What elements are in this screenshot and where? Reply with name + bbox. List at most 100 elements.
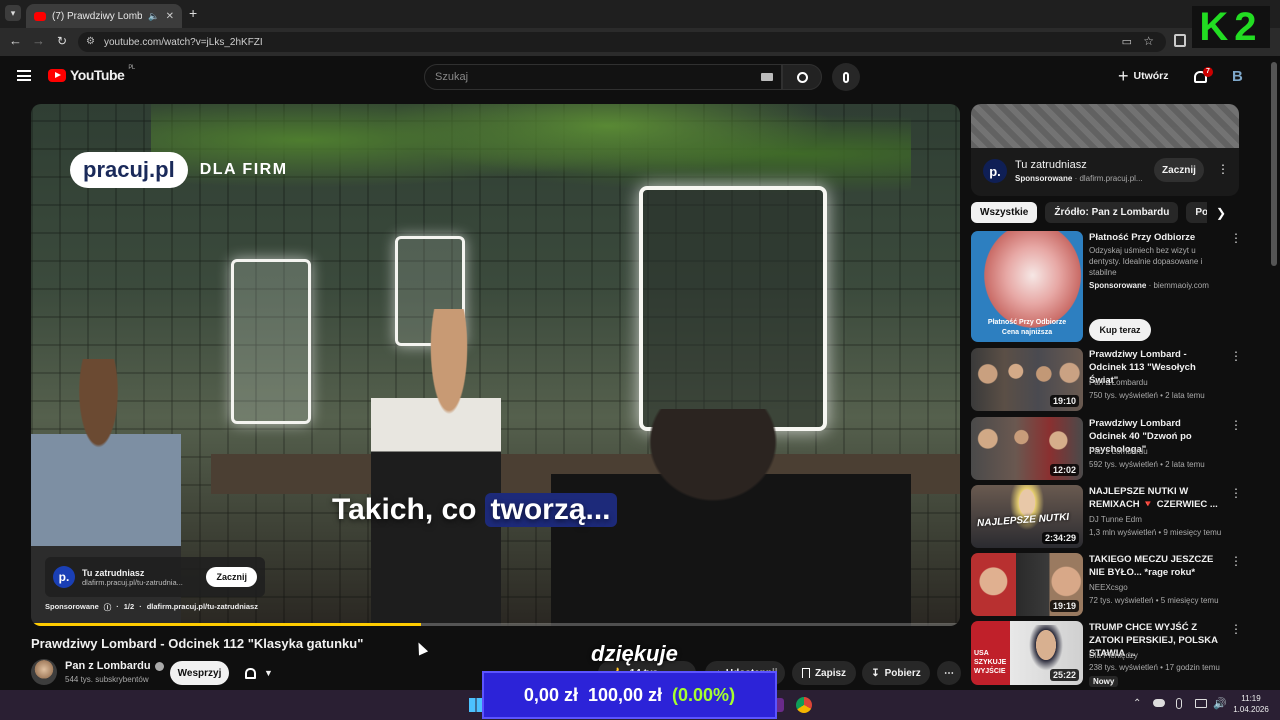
kebab-menu-icon[interactable]: ⋮ (1230, 555, 1242, 567)
info-icon[interactable]: ⓘ (104, 602, 112, 613)
voice-search-button[interactable] (832, 63, 860, 91)
forward-icon[interactable]: → (32, 34, 45, 48)
network-icon[interactable] (1195, 699, 1207, 708)
notification-bell-button[interactable]: ▼ (236, 661, 282, 685)
video-channel[interactable]: Pan z Lombardu (1089, 377, 1229, 388)
video-channel[interactable]: NEEXcsgo (1089, 582, 1229, 593)
video-channel[interactable]: Dla Pieniędzy (1089, 650, 1229, 661)
url-text: youtube.com/watch?v=jLks_2hKFZI (104, 36, 263, 48)
cloud-icon[interactable] (1153, 699, 1165, 707)
ad-url[interactable]: dlafirm.pracuj.pl/tu-zatrudniasz (147, 602, 258, 613)
kebab-menu-icon[interactable]: ⋮ (1230, 487, 1242, 499)
donation-percent: (0.00%) (672, 684, 736, 705)
kebab-menu-icon[interactable]: ⋮ (1230, 623, 1242, 635)
search-input[interactable]: Szukaj (424, 64, 782, 90)
tab-list-button[interactable]: ▾ (5, 5, 21, 21)
clock-time: 11:19 (1241, 694, 1261, 703)
donation-goal-overlay: 0,00 zł 100,00 zł (0.00%) (482, 671, 777, 719)
kebab-menu-icon[interactable]: ⋮ (1230, 419, 1242, 431)
video-thumbnail[interactable]: 12:02 (971, 417, 1083, 480)
video-duration: 19:10 (1049, 395, 1079, 407)
page-scrollbar[interactable] (1271, 62, 1277, 266)
download-button[interactable]: ↧ Pobierz (862, 661, 930, 685)
video-thumbnail[interactable]: 19:10 (971, 348, 1083, 411)
promo-sponsored: Sponsorowane (1089, 281, 1147, 290)
ad-progress-fill (31, 623, 422, 626)
chevron-right-icon[interactable]: ❯ (1216, 206, 1226, 220)
video-meta: 1,3 mln wyświetleń • 9 miesięcy temu (1089, 528, 1222, 537)
video-channel[interactable]: Pan z Lombardu (1089, 446, 1229, 457)
kebab-menu-icon[interactable]: ⋮ (1217, 162, 1229, 176)
promo-thumbnail[interactable]: Płatność Przy Odbiorze Cena najniższa (971, 231, 1083, 342)
channel-avatar[interactable] (31, 659, 57, 685)
video-channel[interactable]: DJ Tunne Edm (1089, 514, 1229, 525)
channel-logo-text: K2 (1199, 5, 1263, 49)
keyboard-icon[interactable] (761, 73, 773, 81)
video-title[interactable]: TAKIEGO MECZU JESZCZE NIE BYŁO... *rage … (1089, 553, 1219, 579)
back-icon[interactable]: ← (9, 34, 22, 48)
browser-tab[interactable]: (7) Prawdziwy Lombard - O 🔈 ✕ (26, 4, 182, 28)
chrome-taskbar-icon[interactable] (796, 697, 812, 713)
support-button[interactable]: Wesprzyj (170, 661, 229, 685)
video-duration: 25:22 (1049, 669, 1079, 681)
sidebar-ad-meta: Sponsorowane · dlafirm.pracuj.pl... (1015, 174, 1143, 183)
microphone-tray-icon[interactable] (1176, 698, 1182, 709)
create-button[interactable]: + Utwórz (1118, 67, 1169, 85)
chip-all[interactable]: Wszystkie (971, 202, 1038, 223)
video-thumbnail[interactable]: 19:19 (971, 553, 1083, 616)
promo-domain: biemmaoiy.com (1153, 281, 1209, 290)
video-thumbnail[interactable]: USA SZYKUJE WYJŚCIE 25:22 (971, 621, 1083, 685)
ad-brand-logo: pracuj.pl DLA FIRM (70, 152, 288, 188)
chip-source[interactable]: Źródło: Pan z Lombardu (1045, 202, 1179, 223)
extensions-icon[interactable] (1174, 34, 1186, 47)
video-title[interactable]: NAJLEPSZE NUTKI W REMIXACH 🔻 CZERWIEC ..… (1089, 485, 1219, 511)
advertiser-logo-icon: p. (53, 566, 75, 588)
reload-icon[interactable]: ↻ (57, 34, 67, 48)
more-actions-button[interactable]: ⋯ (937, 661, 961, 685)
sidebar-ad-start-button[interactable]: Zacznij (1154, 158, 1204, 182)
notification-count: 7 (1203, 67, 1213, 77)
notifications-button[interactable]: 7 (1193, 67, 1213, 85)
speaker-icon[interactable]: 🔈 (148, 11, 159, 22)
promo-thumb-caption: Płatność Przy Odbiorze Cena najniższa (971, 318, 1083, 338)
tab-close-icon[interactable]: ✕ (166, 11, 174, 22)
volume-icon[interactable]: 🔊 (1213, 697, 1227, 710)
video-caption: Takich, co tworzą... (332, 493, 617, 527)
menu-hamburger-icon[interactable] (17, 70, 31, 81)
ad-overlay-card[interactable]: p. Tu zatrudniasz dlafirm.pracuj.pl/tu-z… (45, 557, 265, 597)
promo-thumb-text2: Cena najniższa (1001, 329, 1053, 336)
site-info-icon[interactable]: ⚙ (86, 36, 95, 47)
bookmark-star-icon[interactable]: ☆ (1143, 34, 1154, 48)
sidebar-ad-card[interactable]: p. Tu zatrudniasz Sponsorowane · dlafirm… (971, 104, 1239, 196)
search-button[interactable] (782, 64, 822, 90)
promo-title[interactable]: Płatność Przy Odbiorze (1089, 231, 1219, 244)
ad-logo-icon: p. (983, 159, 1007, 183)
install-app-icon[interactable]: ▭ (1122, 35, 1132, 48)
ad-progress-track[interactable] (31, 623, 960, 626)
channel-name[interactable]: Pan z Lombardu (65, 660, 164, 672)
buy-now-button[interactable]: Kup teraz (1089, 319, 1151, 341)
video-thumbnail[interactable]: NAJLEPSZE NUTKI 2:34:29 (971, 485, 1083, 548)
account-avatar[interactable]: B (1232, 68, 1250, 86)
sidebar-ad-title: Tu zatrudniasz (1015, 159, 1087, 171)
kebab-menu-icon[interactable]: ⋮ (1230, 232, 1242, 244)
mirror-shape (639, 186, 827, 431)
youtube-logo[interactable]: YouTube PL (48, 65, 135, 83)
windows-start-icon[interactable] (469, 698, 483, 712)
clock[interactable]: 11:19 1.04.2026 (1232, 693, 1270, 715)
ad-info-bar: Sponsorowane ⓘ · 1/2 · dlafirm.pracuj.pl… (45, 602, 258, 613)
chip-similar[interactable]: Podobne (1186, 202, 1207, 223)
donation-goal: 100,00 zł (587, 684, 663, 705)
ad-start-button[interactable]: Zacznij (206, 567, 257, 587)
promo-description: Odzyskaj uśmiech bez wizyt u dentysty. I… (1089, 246, 1203, 277)
kebab-menu-icon[interactable]: ⋮ (1230, 350, 1242, 362)
new-tab-button[interactable]: + (189, 5, 197, 21)
url-bar[interactable]: ⚙ youtube.com/watch?v=jLks_2hKFZI ▭ ☆ (78, 32, 1166, 52)
promo-thumb-text1: Płatność Przy Odbiorze (987, 319, 1067, 326)
video-player[interactable]: pracuj.pl DLA FIRM Takich, co tworzą... … (31, 104, 960, 626)
avatar-letter: B (1232, 68, 1243, 85)
youtube-favicon-icon (34, 11, 46, 21)
save-button[interactable]: Zapisz (792, 661, 856, 685)
brand-tag: DLA FIRM (199, 161, 288, 178)
tray-chevron-icon[interactable]: ⌃ (1133, 698, 1141, 709)
